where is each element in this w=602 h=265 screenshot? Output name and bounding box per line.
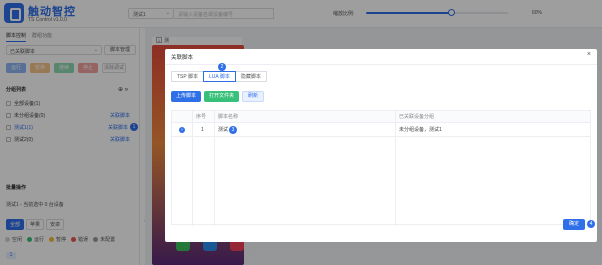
- column-header: 序号: [196, 114, 207, 120]
- column-header: 脚本名称: [218, 114, 239, 120]
- confirm-button[interactable]: 确定: [563, 219, 585, 230]
- step-badge: 4: [587, 220, 595, 228]
- tab-lua[interactable]: LUA 脚本: [203, 71, 236, 82]
- upload-script-button[interactable]: 上传脚本: [171, 91, 202, 102]
- step-badge: 3: [229, 126, 237, 134]
- row-script-name: 测试: [218, 127, 229, 133]
- table-row[interactable]: › 1 测试 3 未分组设备，测试1: [172, 123, 590, 137]
- row-index: 1: [201, 127, 204, 133]
- row-linked-groups: 未分组设备，测试1: [399, 127, 442, 133]
- close-icon[interactable]: ×: [587, 51, 591, 58]
- script-type-tabs: TSP 脚本 LUA 脚本 隐藏脚本: [171, 71, 267, 82]
- dialog-title: 关联脚本: [171, 55, 194, 61]
- expand-icon[interactable]: ›: [179, 127, 185, 133]
- column-header: 已关联设备分组: [399, 114, 435, 120]
- tab-tsp[interactable]: TSP 脚本: [171, 71, 205, 82]
- tab-hidden[interactable]: 隐藏脚本: [234, 71, 267, 82]
- dialog-toolbar: 上传脚本 打开文件夹 刷新: [171, 91, 265, 102]
- refresh-button[interactable]: 刷新: [242, 91, 265, 102]
- divider: [165, 64, 597, 65]
- script-table: 序号 脚本名称 已关联设备分组 › 1 测试 3 未分组设备，测试1: [171, 110, 591, 226]
- link-script-dialog: 关联脚本 × TSP 脚本 LUA 脚本 隐藏脚本 2 上传脚本 打开文件夹 刷…: [165, 49, 597, 242]
- step-badge: 2: [218, 63, 226, 71]
- open-folder-button[interactable]: 打开文件夹: [204, 91, 240, 102]
